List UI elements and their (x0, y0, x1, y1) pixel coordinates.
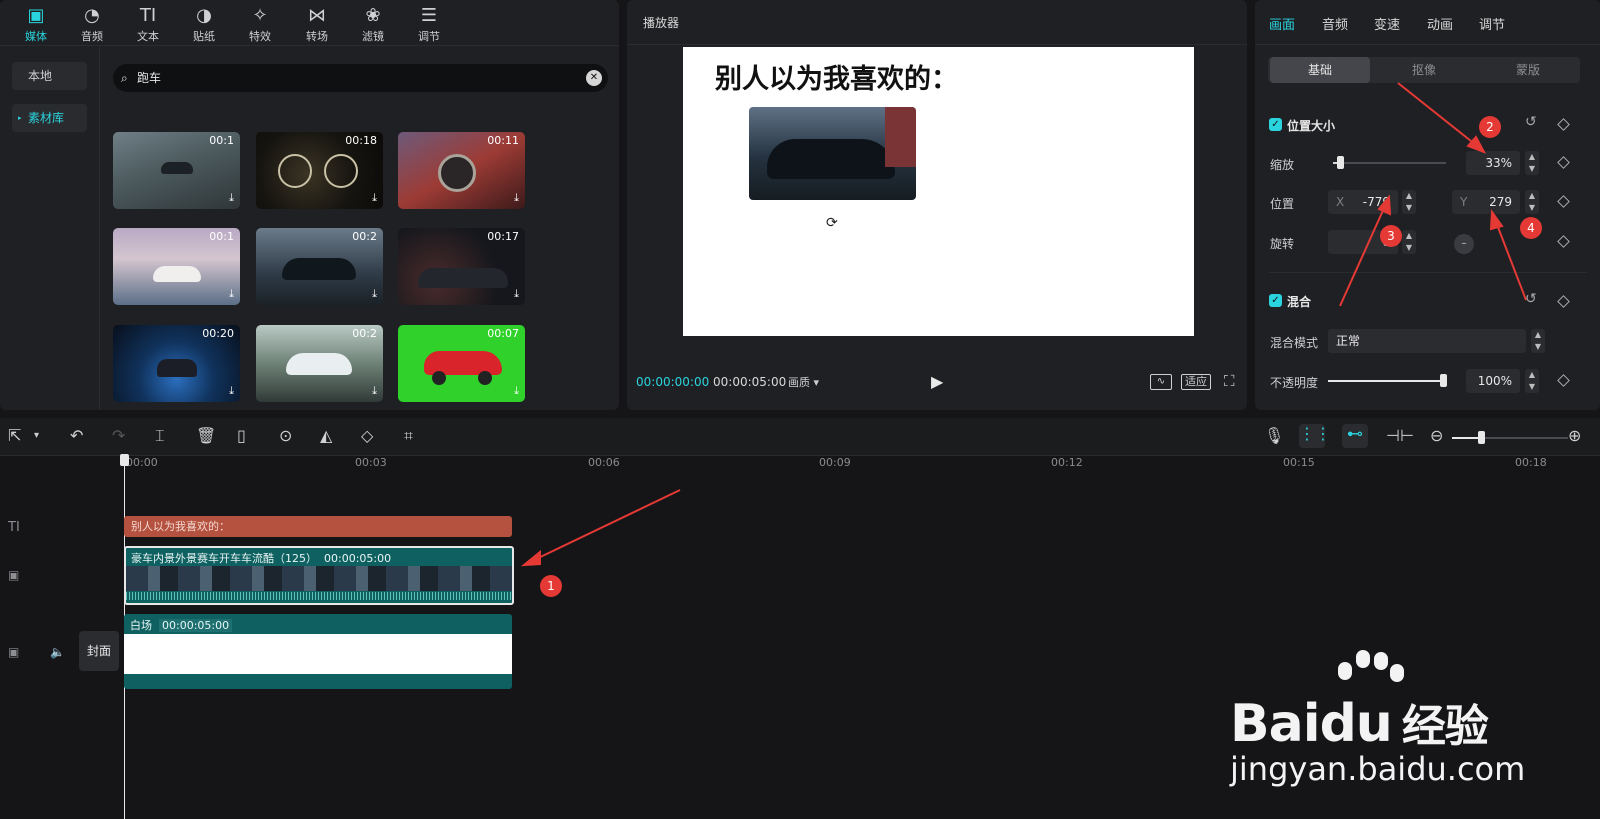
annotation-marker-1: 1 (540, 575, 562, 597)
arrowhead-2 (1466, 135, 1487, 154)
watermark-brand: Baidu 经验 (1230, 694, 1489, 754)
annotation-marker-3: 3 (1380, 225, 1402, 247)
arrow-3 (1339, 205, 1386, 307)
arrowhead-1 (520, 549, 541, 567)
annotation-marker-2: 2 (1479, 116, 1501, 138)
watermark-url: jingyan.baidu.com (1230, 750, 1526, 788)
arrowhead-3 (1377, 194, 1392, 216)
arrow-2 (1397, 82, 1477, 146)
arrow-1 (531, 489, 681, 562)
arrowhead-4 (1489, 209, 1504, 231)
annotation-marker-4: 4 (1520, 217, 1542, 239)
